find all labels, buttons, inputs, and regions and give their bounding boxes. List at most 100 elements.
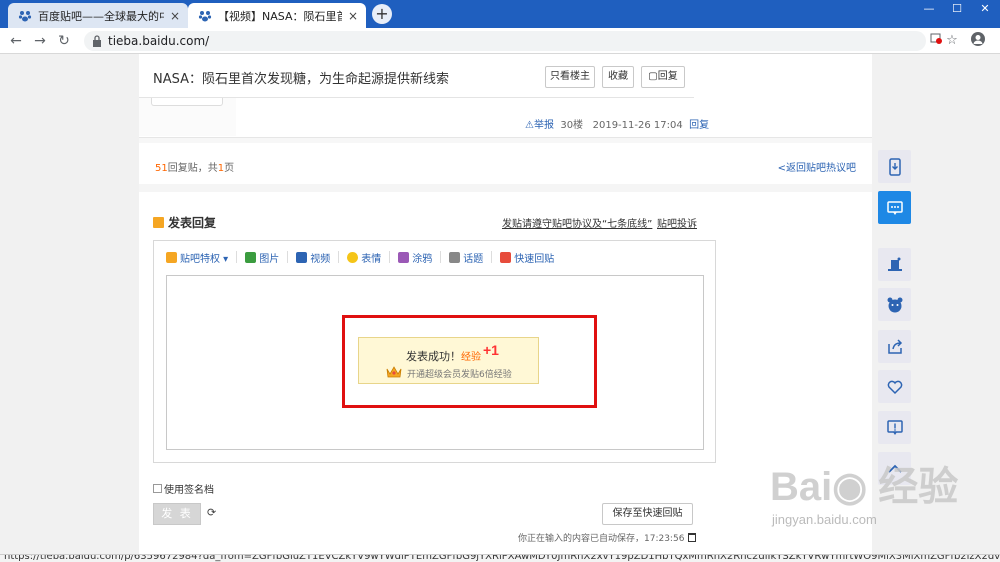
hashtag-icon [449, 251, 461, 263]
report-label: 举报 [533, 120, 554, 131]
signature-label: 使用签名档 [164, 485, 214, 496]
status-url: https://tieba.baidu.com/p/6359672984?da_… [4, 554, 1000, 562]
reply-button-label: 回复 [657, 71, 678, 82]
watermark-url: jingyan.baidu.com [772, 512, 877, 527]
reply-button[interactable]: ▢回复 [641, 66, 685, 88]
trash-icon[interactable] [688, 533, 697, 542]
magic-hat-icon [887, 257, 902, 271]
tab-tieba-home[interactable]: 百度贴吧——全球最大的中文社区 × [8, 3, 188, 28]
crown-icon [166, 251, 177, 263]
tool-video[interactable]: 视频 [296, 250, 330, 265]
phone-icon [888, 157, 901, 176]
reply-heading-label: 发表回复 [168, 216, 217, 230]
page-count-suffix: 页 [224, 163, 235, 174]
toast-exp-label: 经验 [461, 352, 481, 363]
lock-icon [93, 35, 101, 47]
tool-label: 涂鸦 [412, 253, 433, 265]
toast-success-text: 发表成功！ [406, 350, 461, 363]
separator [287, 251, 289, 263]
new-tab-button[interactable]: + [372, 4, 392, 24]
thread-content: NASA：陨石里首次发现糖，为生命起源提供新线索 只看楼主 收藏 ▢回复 ⚠举报… [139, 54, 872, 554]
tool-label: 图片 [259, 253, 280, 265]
emoji-icon [347, 251, 359, 263]
separator [491, 251, 493, 263]
post-reply-link[interactable]: 回复 [689, 120, 709, 131]
profile-avatar-icon[interactable] [969, 32, 987, 50]
loading-spinner-icon: ⟳ [207, 506, 217, 519]
feedback-button[interactable] [878, 411, 911, 444]
back-icon[interactable]: ← [6, 31, 26, 51]
tool-topic[interactable]: 话题 [449, 250, 483, 265]
reply-count-number: 51 [155, 163, 168, 174]
reply-count: 51回复贴，共1页 [155, 159, 234, 174]
tool-doodle[interactable]: 涂鸦 [398, 250, 432, 265]
signature-option[interactable]: 使用签名档 [153, 481, 214, 496]
tab-nasa-post[interactable]: 【视频】NASA：陨石里首次发现 × [188, 3, 366, 28]
floor-number: 30楼 [560, 120, 584, 131]
heart-icon [887, 380, 902, 394]
maximize-icon[interactable]: ☐ [943, 2, 971, 18]
thread-header: NASA：陨石里首次发现糖，为生命起源提供新线索 只看楼主 收藏 ▢回复 [139, 54, 694, 98]
back-to-forum-link[interactable]: <返回贴吧热议吧 [778, 159, 856, 174]
separator [389, 251, 391, 263]
tab-close-icon[interactable]: × [170, 9, 180, 23]
address-bar[interactable]: tieba.baidu.com/ [84, 31, 926, 51]
tab-close-icon[interactable]: × [348, 9, 358, 23]
post-footer: ⚠举报 30楼 2019-11-26 17:04 回复 [525, 116, 709, 131]
rocket-icon [500, 251, 512, 263]
tool-privilege[interactable]: 贴吧特权 ▾ [166, 250, 228, 265]
brush-icon [398, 251, 410, 263]
post-datetime: 2019-11-26 17:04 [592, 120, 683, 131]
complaint-link[interactable]: 贴吧投诉 [657, 215, 697, 230]
crown-icon [386, 366, 402, 378]
tool-label: 视频 [310, 253, 331, 265]
success-toast: 发表成功！经验 +1 开通超级会员发贴6倍经验 [358, 337, 539, 384]
forward-icon[interactable]: → [30, 31, 50, 51]
collect-button[interactable]: 收藏 [602, 66, 634, 88]
separator [338, 251, 340, 263]
page-body: NASA：陨石里首次发现糖，为生命起源提供新线索 只看楼主 收藏 ▢回复 ⚠举报… [0, 54, 1000, 554]
toast-plus: +1 [483, 342, 499, 358]
author-action-button[interactable] [151, 98, 223, 106]
autosave-text: 你正在输入的内容已自动保存，17:23:56 [518, 534, 685, 544]
tab-strip: 百度贴吧——全球最大的中文社区 × 【视频】NASA：陨石里首次发现 × + —… [0, 0, 1000, 28]
bookmark-star-icon[interactable]: ☆ [943, 32, 961, 50]
thread-title: NASA：陨石里首次发现糖，为生命起源提供新线索 [153, 72, 450, 87]
magic-hat-button[interactable] [878, 248, 911, 281]
address-url: tieba.baidu.com/ [108, 34, 210, 48]
posting-rules-link[interactable]: 发贴请遵守贴吧协议及“七条底线” [502, 215, 652, 230]
tool-quick-reply[interactable]: 快速回贴 [500, 250, 554, 265]
toast-message: 发表成功！经验 [406, 348, 481, 364]
signature-checkbox[interactable] [153, 484, 162, 493]
bear-icon [887, 297, 902, 312]
divider [139, 138, 872, 143]
report-link[interactable]: ⚠举报 [525, 120, 554, 131]
submit-button[interactable]: 发 表 [153, 503, 201, 525]
tool-label: 贴吧特权 ▾ [180, 253, 229, 265]
share-icon [887, 338, 902, 354]
alert-icon [886, 419, 903, 435]
pen-icon [153, 217, 164, 228]
only-op-button[interactable]: 只看楼主 [545, 66, 595, 88]
tab-label: 【视频】NASA：陨石里首次发现 [218, 9, 342, 23]
minimize-icon[interactable]: — [915, 2, 943, 18]
save-quick-reply-button[interactable]: 保存至快速回贴 [602, 503, 693, 525]
reply-heading: 发表回复 [153, 214, 216, 231]
baidu-paw-icon [18, 10, 32, 21]
baidu-jingyan-watermark: Bai◉ 经验 [770, 454, 958, 512]
favorite-button[interactable] [878, 370, 911, 403]
comment-icon [886, 200, 903, 215]
share-button[interactable] [878, 330, 911, 363]
reply-textarea[interactable]: 发表成功！经验 +1 开通超级会员发贴6倍经验 [166, 275, 704, 450]
mobile-download-button[interactable] [878, 150, 911, 183]
autosave-status: 你正在输入的内容已自动保存，17:23:56 [518, 531, 697, 544]
close-window-icon[interactable]: ✕ [971, 2, 999, 18]
tool-image[interactable]: 图片 [245, 250, 279, 265]
status-bar: https://tieba.baidu.com/p/6359672984?da_… [0, 554, 1000, 562]
comment-button[interactable] [878, 191, 911, 224]
reload-icon[interactable]: ↻ [54, 31, 74, 51]
tool-emoji[interactable]: 表情 [347, 250, 381, 265]
reply-count-text: 回复贴，共 [167, 163, 218, 174]
editor-toolbar: 贴吧特权 ▾ 图片 视频 表情 涂鸦 话题 快速回贴 [154, 241, 715, 273]
bear-mascot-button[interactable] [878, 288, 911, 321]
